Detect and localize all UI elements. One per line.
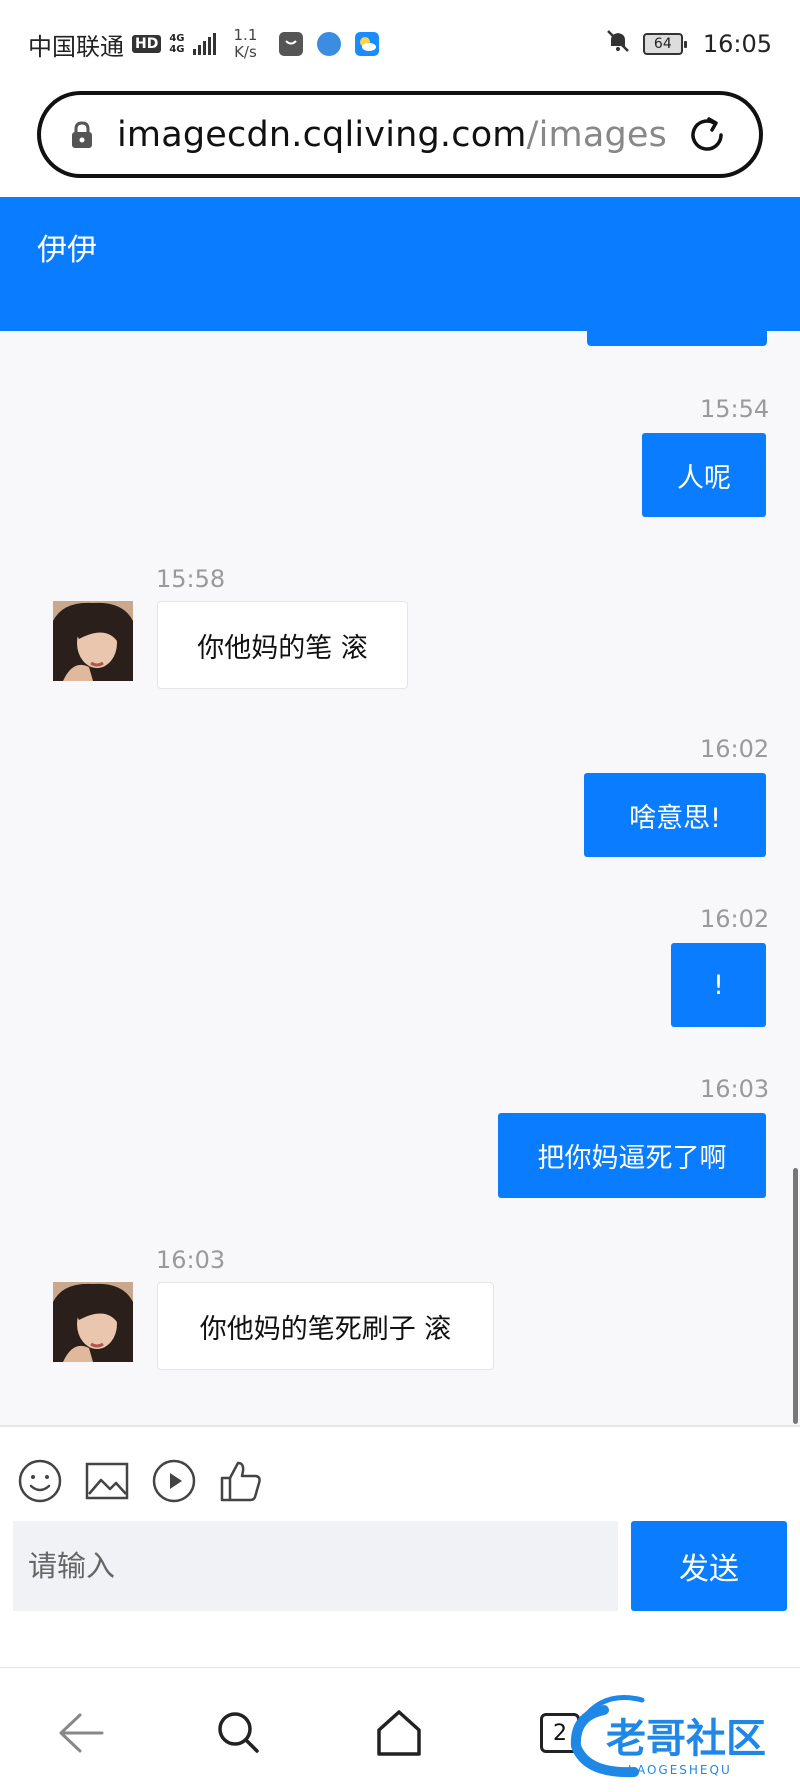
network-type-label: 4G [169,33,185,44]
url-path: /images/ap [526,114,665,155]
mute-bell-icon [605,28,631,60]
outgoing-message-bubble[interactable]: 人呢 [642,433,766,517]
speed-unit: K/s [234,43,257,61]
back-button[interactable] [51,1703,111,1763]
svg-text:老哥社区: 老哥社区 [606,1716,766,1762]
search-icon [218,1712,259,1753]
nav-divider [0,1667,800,1668]
clock-time: 16:05 [702,30,772,58]
outgoing-message-bubble[interactable]: 把你妈逼死了啊 [498,1113,766,1198]
browser-app-icon [317,32,342,56]
message-timestamp: 15:54 [700,395,770,423]
contact-avatar[interactable] [53,601,133,681]
address-bar[interactable]: imagecdn.cqliving.com/images/ap [37,91,763,178]
chat-title: 伊伊 [37,233,97,268]
network-type-sub: 4G [169,44,185,55]
back-arrow-icon [59,1713,104,1753]
incoming-message-bubble[interactable]: 你他妈的笔 滚 [157,601,408,689]
status-right: 64 16:05 [605,28,772,60]
previous-message-bubble-edge [587,330,767,346]
search-button[interactable] [209,1703,269,1763]
message-timestamp: 16:03 [156,1246,226,1274]
image-icon[interactable] [84,1458,130,1504]
message-timestamp: 16:02 [700,735,770,763]
message-input[interactable] [13,1521,618,1611]
message-timestamp: 15:58 [156,565,226,593]
network-type: 4G 4G [169,33,184,55]
reload-icon[interactable] [685,113,729,157]
incoming-message-bubble[interactable]: 你他妈的笔死刷子 滚 [157,1282,494,1370]
send-button[interactable]: 发送 [631,1521,787,1611]
contact-avatar[interactable] [53,1282,133,1362]
scrollbar-thumb[interactable] [793,1168,798,1424]
hd-badge: HD [132,35,162,53]
chat-header: 伊伊 [0,197,800,331]
message-timestamp: 16:02 [700,905,770,933]
composer-divider [0,1425,800,1427]
carrier-name: 中国联通 [28,32,124,61]
shopping-bag-icon [279,32,304,56]
status-left: 中国联通 HD 4G 4G 1.1 K/s [28,27,380,62]
network-speed: 1.1 K/s [234,27,258,61]
emoji-icon[interactable] [17,1458,63,1504]
outgoing-message-bubble[interactable]: ! [671,943,766,1027]
video-icon[interactable] [151,1458,197,1504]
home-icon [377,1710,421,1756]
url-domain: imagecdn.cqliving.com [117,114,527,155]
battery-icon: 64 [642,33,687,55]
home-button[interactable] [369,1703,429,1763]
signal-icon [192,33,216,55]
message-timestamp: 16:03 [700,1075,770,1103]
url-text[interactable]: imagecdn.cqliving.com/images/ap [117,115,665,155]
svg-text:LAOGESHEQU: LAOGESHEQU [628,1763,732,1777]
speed-value: 1.1 [233,26,258,44]
weather-app-icon [355,32,380,56]
outgoing-message-bubble[interactable]: 啥意思! [584,773,766,857]
thumbs-up-icon[interactable] [218,1458,264,1504]
laoge-shequ-watermark-logo: 老哥社区 LAOGESHEQU [570,1695,766,1778]
status-bar: 中国联通 HD 4G 4G 1.1 K/s 64 16:05 [0,0,800,88]
lock-icon [72,120,92,148]
